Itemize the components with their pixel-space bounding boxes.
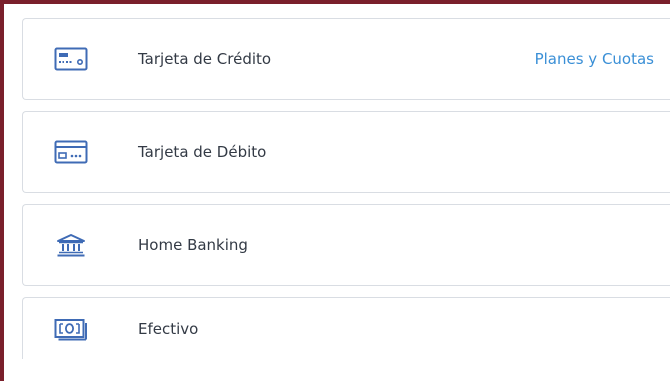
cash-icon [53, 317, 89, 341]
payment-option-cash[interactable]: Efectivo [22, 297, 670, 359]
payment-option-label: Tarjeta de Crédito [138, 50, 272, 68]
payment-option-label: Home Banking [138, 236, 248, 254]
plans-and-installments-link[interactable]: Planes y Cuotas [535, 50, 654, 68]
credit-card-icon [53, 47, 89, 71]
debit-card-icon [53, 140, 89, 164]
payment-option-home-banking[interactable]: Home Banking [22, 204, 670, 286]
payment-option-debit-card[interactable]: Tarjeta de Débito [22, 111, 670, 193]
payment-option-credit-card[interactable]: Tarjeta de Crédito Planes y Cuotas [22, 18, 670, 100]
bank-icon [53, 233, 89, 257]
payment-option-label: Tarjeta de Débito [138, 143, 267, 161]
payment-methods-list: Tarjeta de Crédito Planes y Cuotas Tarje… [22, 18, 670, 359]
payment-option-label: Efectivo [138, 319, 199, 338]
